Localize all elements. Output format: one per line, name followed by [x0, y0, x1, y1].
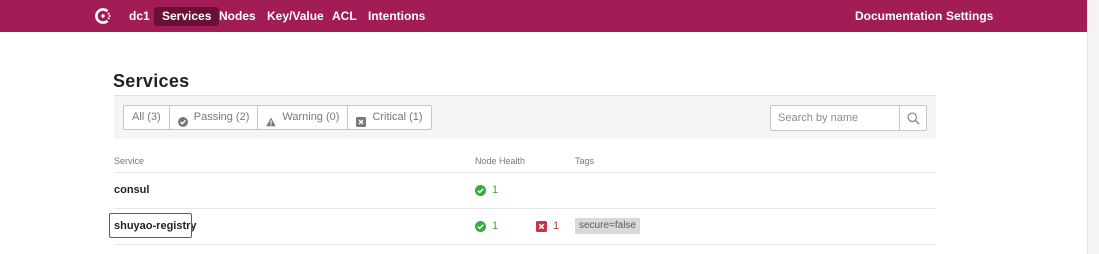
nav-settings[interactable]: Settings — [946, 7, 993, 26]
check-circle-icon — [475, 220, 486, 232]
search-box — [770, 105, 927, 131]
filter-critical-label: Critical (1) — [372, 111, 423, 123]
vertical-scrollbar[interactable] — [1087, 0, 1099, 254]
service-tag: secure=false — [575, 218, 640, 234]
x-square-icon — [536, 220, 547, 232]
row-divider — [114, 172, 936, 173]
filter-bar: All (3) Passing (2) Warning (0) Critical… — [114, 95, 936, 139]
top-navbar: dc1 Services Nodes Key/Value ACL Intenti… — [0, 0, 1087, 32]
magnifier-icon[interactable] — [899, 106, 927, 130]
health-filter-group: All (3) Passing (2) Warning (0) Critical… — [123, 105, 432, 130]
warning-triangle-icon — [266, 113, 277, 126]
page-title: Services — [113, 71, 190, 91]
column-header-service: Service — [114, 156, 145, 166]
filter-warning-label: Warning (0) — [282, 111, 340, 123]
filter-critical-button[interactable]: Critical (1) — [348, 105, 432, 130]
nav-nodes[interactable]: Nodes — [219, 7, 256, 26]
filter-all-label: All (3) — [132, 111, 161, 123]
check-circle-icon — [177, 113, 188, 127]
nav-acl[interactable]: ACL — [332, 7, 357, 26]
filter-warning-button[interactable]: Warning (0) — [258, 105, 349, 130]
column-header-tags: Tags — [575, 156, 595, 166]
passing-count-value: 1 — [492, 184, 499, 196]
service-link-shuyao-registry[interactable]: shuyao-registry — [114, 220, 197, 232]
nav-intentions[interactable]: Intentions — [368, 7, 425, 26]
nav-services[interactable]: Services — [154, 7, 220, 26]
nav-documentation[interactable]: Documentation — [855, 7, 942, 26]
datacenter-selector[interactable]: dc1 — [129, 7, 150, 26]
filter-passing-label: Passing (2) — [193, 111, 250, 123]
x-square-icon — [356, 113, 367, 127]
consul-logo-icon[interactable] — [93, 6, 113, 26]
column-header-node-health: Node Health — [475, 156, 526, 166]
passing-count: 1 — [475, 220, 498, 232]
search-input[interactable] — [771, 106, 899, 130]
service-link-consul[interactable]: consul — [114, 184, 149, 196]
passing-count: 1 — [475, 184, 498, 196]
critical-count-value: 1 — [553, 220, 560, 232]
filter-passing-button[interactable]: Passing (2) — [169, 105, 259, 130]
critical-count: 1 — [536, 220, 559, 232]
filter-all-button[interactable]: All (3) — [123, 105, 170, 130]
check-circle-icon — [475, 184, 486, 196]
passing-count-value: 1 — [492, 220, 499, 232]
nav-key-value[interactable]: Key/Value — [267, 7, 324, 26]
row-divider — [114, 208, 936, 209]
row-divider — [114, 244, 936, 245]
